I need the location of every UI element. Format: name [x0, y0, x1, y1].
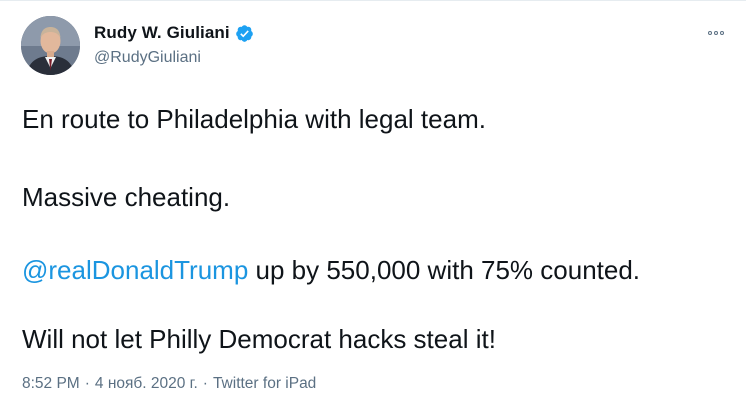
tweet-text-line-4: Will not let Philly Democrat hacks steal…	[22, 324, 496, 354]
more-options-icon[interactable]	[708, 27, 730, 39]
tweet-card: Rudy W. Giuliani @RudyGiuliani En route …	[0, 0, 746, 412]
tweet-text-line-3: @realDonaldTrump up by 550,000 with 75% …	[22, 254, 640, 286]
author-handle[interactable]: @RudyGiuliani	[94, 49, 201, 67]
tweet-text-line-1: En route to Philadelphia with legal team…	[22, 104, 486, 134]
tweet-meta: 8:52 PM · 4 нояб. 2020 г. · Twitter for iPad	[22, 375, 316, 393]
tweet-time[interactable]: 8:52 PM	[22, 375, 80, 392]
meta-separator: ·	[84, 375, 90, 392]
author-display-name[interactable]: Rudy W. Giuliani	[94, 23, 230, 43]
tweet-source[interactable]: Twitter for iPad	[213, 375, 316, 392]
author-name-row[interactable]: Rudy W. Giuliani	[94, 23, 254, 43]
verified-badge-icon	[235, 24, 254, 43]
avatar-image	[21, 16, 80, 75]
tweet-text-line-3-rest: up by 550,000 with 75% counted.	[248, 255, 641, 285]
tweet-text-line-2: Massive cheating.	[22, 182, 231, 212]
mention-link[interactable]: @realDonaldTrump	[22, 255, 248, 285]
meta-separator: ·	[202, 375, 208, 392]
tweet-date[interactable]: 4 нояб. 2020 г.	[95, 375, 198, 392]
avatar[interactable]	[21, 16, 80, 75]
